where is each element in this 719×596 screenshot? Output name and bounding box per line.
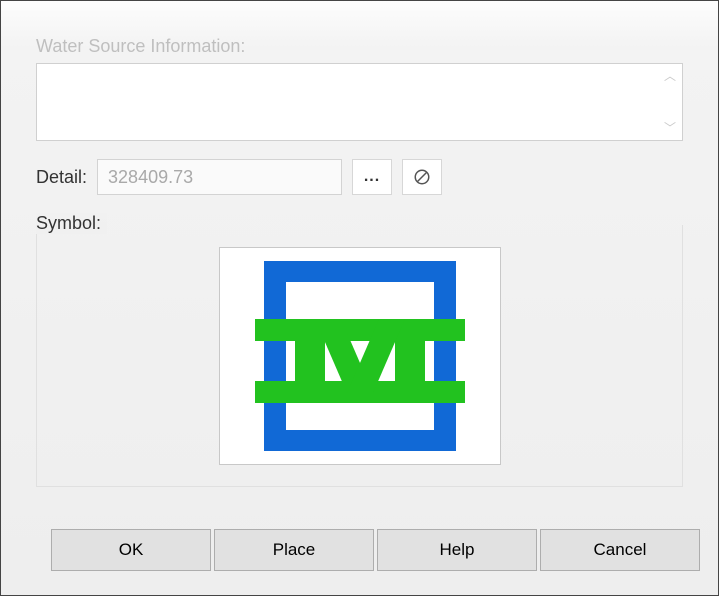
chevron-up-icon: ︿ bbox=[664, 70, 676, 82]
chevron-down-icon: ﹀ bbox=[664, 122, 676, 134]
symbol-label: Symbol: bbox=[36, 213, 107, 234]
clear-button[interactable] bbox=[402, 159, 442, 195]
ellipsis-icon: ... bbox=[364, 168, 380, 186]
place-button[interactable]: Place bbox=[214, 529, 374, 571]
cancel-button[interactable]: Cancel bbox=[540, 529, 700, 571]
detail-label: Detail: bbox=[36, 167, 87, 188]
ok-button[interactable]: OK bbox=[51, 529, 211, 571]
symbol-group: Symbol: bbox=[36, 225, 683, 487]
symbol-m-icon bbox=[255, 261, 465, 451]
symbol-preview bbox=[219, 247, 501, 465]
prohibit-icon bbox=[413, 168, 431, 186]
water-source-label: Water Source Information: bbox=[36, 36, 683, 57]
dialog-button-bar: OK Place Help Cancel bbox=[51, 529, 700, 571]
help-button[interactable]: Help bbox=[377, 529, 537, 571]
browse-button[interactable]: ... bbox=[352, 159, 392, 195]
detail-input[interactable] bbox=[97, 159, 342, 195]
water-source-textarea[interactable]: ︿ ﹀ bbox=[36, 63, 683, 141]
